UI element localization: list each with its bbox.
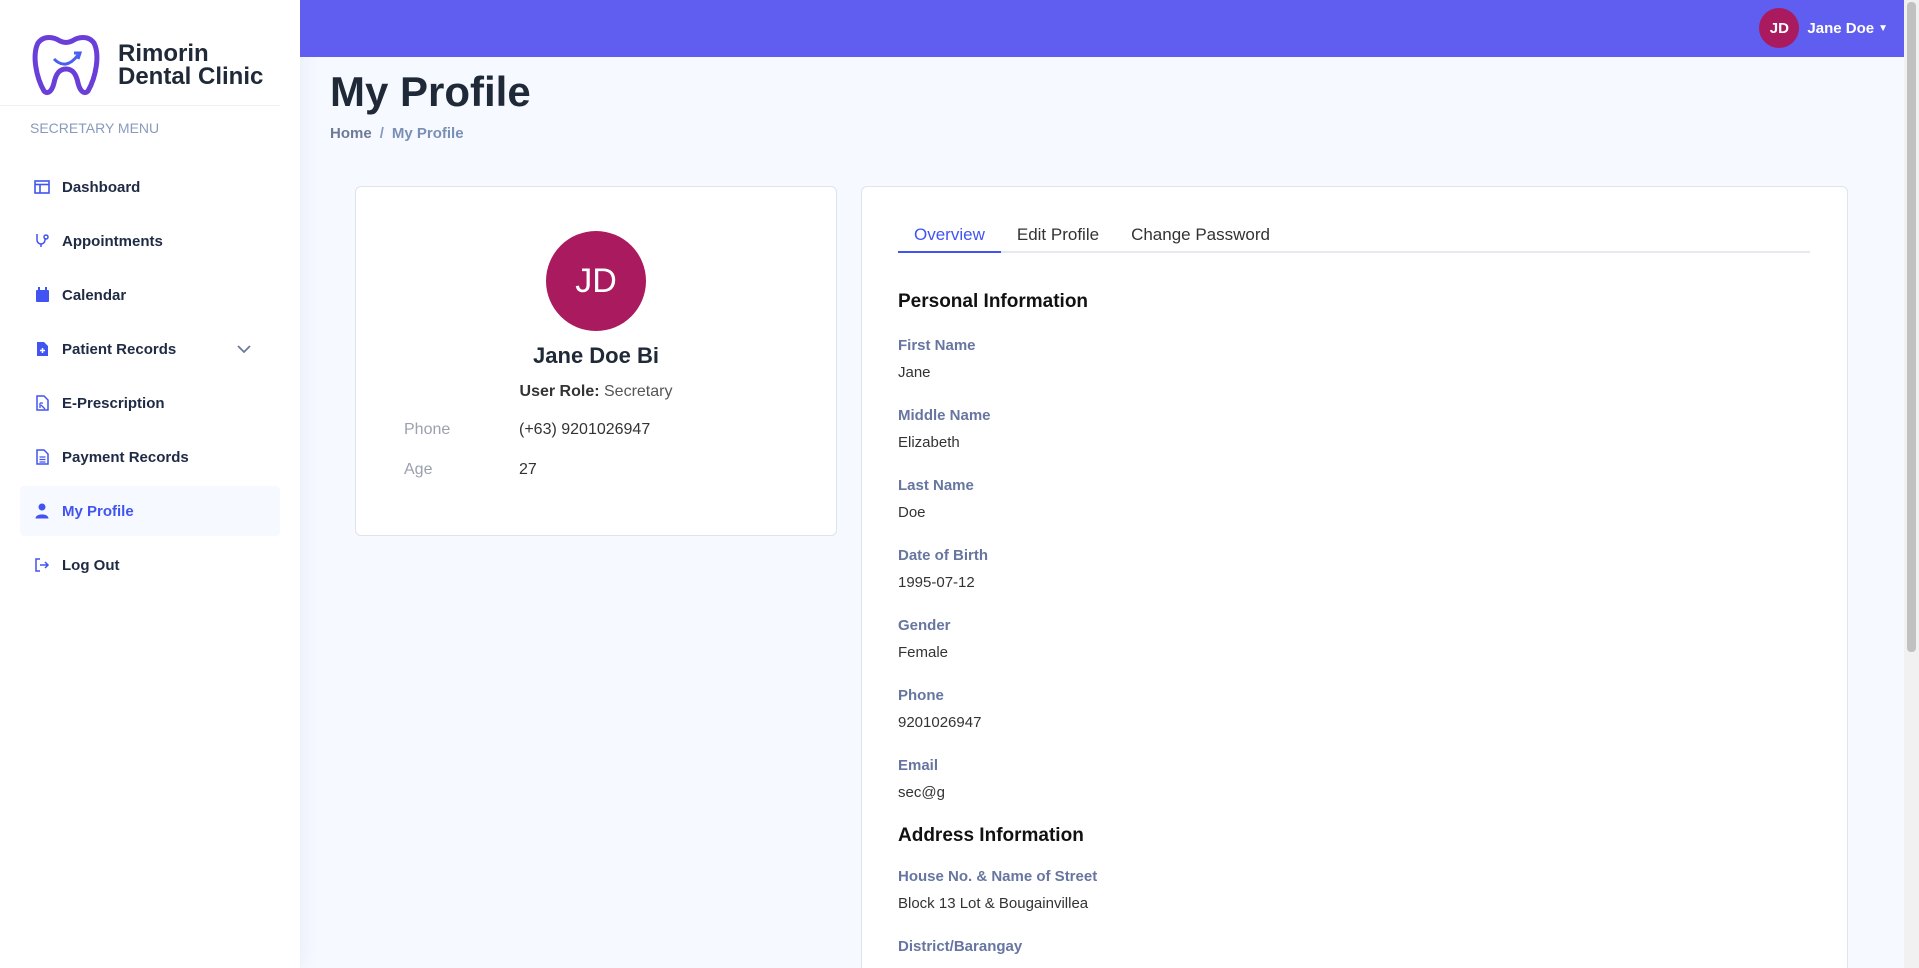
profile-avatar: JD xyxy=(546,231,646,331)
last-name-value: Doe xyxy=(898,504,926,521)
last-name-label: Last Name xyxy=(898,477,974,494)
sidebar-item-label: Appointments xyxy=(62,232,163,250)
top-header: JD Jane Doe ▼ xyxy=(300,0,1904,57)
file-medical-icon xyxy=(34,341,50,357)
tooth-logo-icon xyxy=(32,34,100,95)
receipt-icon xyxy=(34,449,50,465)
sidebar-item-calendar[interactable]: Calendar xyxy=(20,270,280,320)
user-menu[interactable]: JD Jane Doe ▼ xyxy=(1759,8,1888,48)
sidebar-item-label: E-Prescription xyxy=(62,394,165,412)
middle-name-label: Middle Name xyxy=(898,407,991,424)
breadcrumb-home[interactable]: Home xyxy=(330,125,372,142)
first-name-value: Jane xyxy=(898,364,931,381)
middle-name-value: Elizabeth xyxy=(898,434,960,451)
sidebar-item-label: Dashboard xyxy=(62,178,141,196)
person-icon xyxy=(34,503,50,519)
age-row: Age 27 xyxy=(404,461,537,479)
sidebar: Rimorin Dental Clinic SECRETARY MENU Das… xyxy=(0,0,300,968)
phone-field-label: Phone xyxy=(898,687,944,704)
address-info-title: Address Information xyxy=(898,825,1084,846)
gender-value: Female xyxy=(898,644,949,661)
breadcrumb: Home / My Profile xyxy=(330,125,464,142)
sidebar-item-dashboard[interactable]: Dashboard xyxy=(20,162,280,212)
breadcrumb-current: My Profile xyxy=(391,125,464,142)
tab-overview[interactable]: Overview xyxy=(898,215,1001,253)
sidebar-item-label: Payment Records xyxy=(62,448,189,466)
dob-value: 1995-07-12 xyxy=(898,574,975,591)
brand-name-line1: Rimorin xyxy=(118,39,209,67)
phone-label: Phone xyxy=(404,421,451,438)
chevron-down-icon[interactable] xyxy=(236,341,252,358)
calendar-icon xyxy=(34,287,50,303)
email-value: sec@g xyxy=(898,784,945,801)
sidebar-item-label: Patient Records xyxy=(62,340,177,358)
sidebar-item-label: Log Out xyxy=(62,556,120,574)
age-value: 27 xyxy=(519,461,537,478)
gender-label: Gender xyxy=(898,617,951,634)
phone-value: (+63) 9201026947 xyxy=(519,421,651,438)
breadcrumb-separator: / xyxy=(379,125,384,142)
page-title: My Profile xyxy=(330,68,531,115)
brand-name-line2: Dental Clinic xyxy=(118,62,264,90)
scrollbar[interactable] xyxy=(1904,0,1919,968)
logout-icon xyxy=(34,557,50,573)
user-name: Jane Doe xyxy=(1807,19,1875,37)
sidebar-item-my-profile[interactable]: My Profile xyxy=(20,486,280,536)
phone-row: Phone (+63) 9201026947 xyxy=(404,421,650,439)
street-value: Block 13 Lot & Bougainvillea xyxy=(898,895,1089,912)
personal-info-title: Personal Information xyxy=(898,291,1089,312)
profile-name: Jane Doe Bi xyxy=(533,343,659,368)
street-label: House No. & Name of Street xyxy=(898,868,1098,885)
dob-label: Date of Birth xyxy=(898,547,988,564)
profile-card: JD Jane Doe Bi User Role: Secretary Phon… xyxy=(355,186,837,536)
email-label: Email xyxy=(898,757,939,774)
dashboard-icon xyxy=(34,179,50,195)
tab-change-password[interactable]: Change Password xyxy=(1115,215,1286,251)
menu-heading: SECRETARY MENU xyxy=(30,120,160,136)
avatar: JD xyxy=(1759,8,1800,48)
first-name-label: First Name xyxy=(898,337,976,354)
sidebar-item-e-prescription[interactable]: E-Prescription xyxy=(20,378,280,428)
scrollbar-thumb[interactable] xyxy=(1907,2,1916,652)
tab-edit-profile[interactable]: Edit Profile xyxy=(1001,215,1115,251)
phone-field-value: 9201026947 xyxy=(898,714,982,731)
stethoscope-icon xyxy=(34,233,50,249)
sidebar-item-payment-records[interactable]: Payment Records xyxy=(20,432,280,482)
role-value: Secretary xyxy=(604,383,673,400)
profile-details-card: Overview Edit Profile Change Password Pe… xyxy=(861,186,1848,968)
sidebar-item-label: Calendar xyxy=(62,286,127,304)
prescription-icon xyxy=(34,395,50,411)
profile-role: User Role: Secretary xyxy=(356,383,836,401)
profile-tabs: Overview Edit Profile Change Password xyxy=(898,215,1810,253)
age-label: Age xyxy=(404,461,433,478)
role-label: User Role: xyxy=(519,383,600,400)
sidebar-item-label: My Profile xyxy=(62,502,134,520)
caret-down-icon: ▼ xyxy=(1878,22,1888,34)
brand[interactable]: Rimorin Dental Clinic xyxy=(0,0,280,106)
sidebar-item-appointments[interactable]: Appointments xyxy=(20,216,280,266)
sidebar-item-patient-records[interactable]: Patient Records xyxy=(20,324,280,374)
sidebar-item-log-out[interactable]: Log Out xyxy=(20,540,280,590)
barangay-label: District/Barangay xyxy=(898,938,1023,955)
